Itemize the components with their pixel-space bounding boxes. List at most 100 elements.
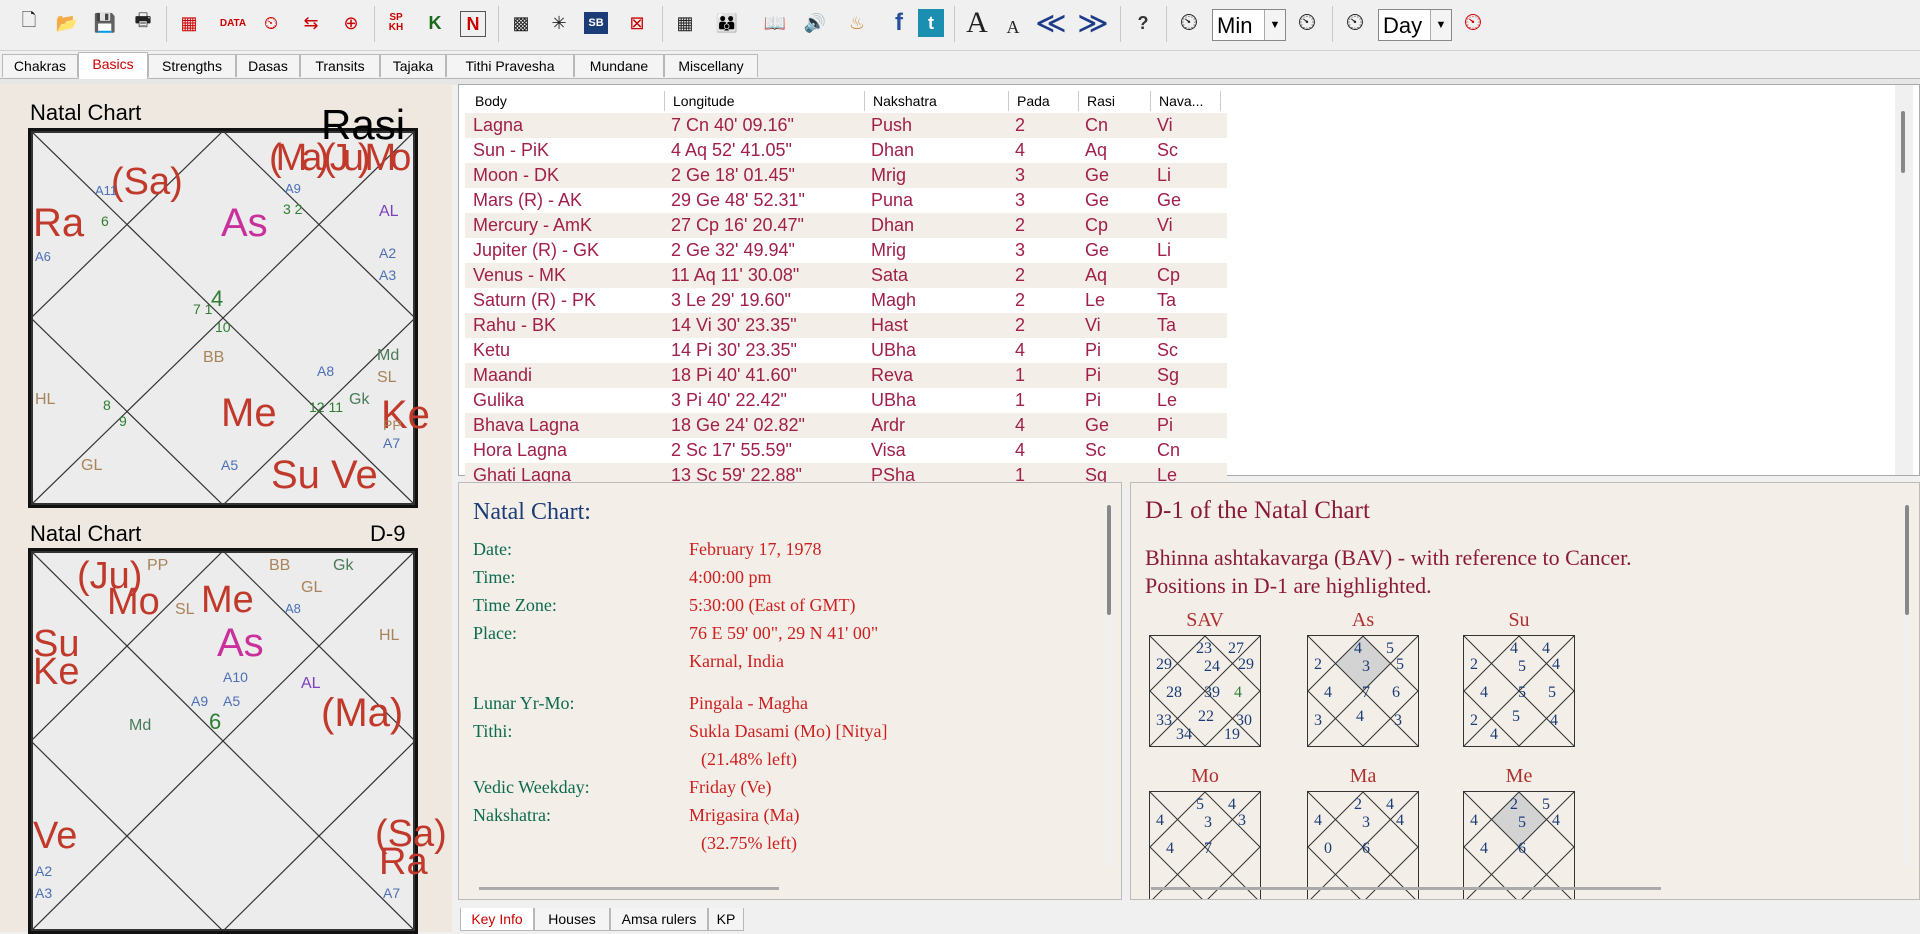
main-tabs: Chakras Basics Strengths Dasas Transits … (0, 52, 1920, 79)
rasi-sign-3-2: 3 2 (283, 201, 303, 217)
step-back-clock-icon[interactable]: ⏲ (1174, 8, 1204, 38)
help-icon[interactable]: ? (1128, 8, 1158, 38)
tab-transits[interactable]: Transits (300, 54, 380, 77)
tab-tithi-pravesha[interactable]: Tithi Pravesha (446, 54, 574, 77)
step-unit-select-1[interactable]: Min ▼ (1212, 9, 1286, 41)
bav-chart-grid: 45325476343 (1307, 635, 1419, 747)
col-header-nakshatra[interactable]: Nakshatra (865, 91, 1009, 111)
tab-chakras[interactable]: Chakras (2, 54, 78, 77)
table-row[interactable]: Moon - DK 2 Ge 18' 01.45" Mrig 3 Ge Li (465, 163, 1227, 188)
table-cell: 3 (1015, 240, 1026, 260)
col-header-navamsa[interactable]: Nava... (1151, 91, 1221, 111)
table-row[interactable]: Mars (R) - AK 29 Ge 48' 52.31" Puna 3 Ge Ge (465, 188, 1227, 213)
scrollbar-thumb[interactable] (1107, 505, 1111, 615)
tab-dasas[interactable]: Dasas (236, 54, 300, 77)
table-row[interactable]: Sun - PiK 4 Aq 52' 41.05" Dhan 4 Aq Sc (465, 138, 1227, 163)
print-icon[interactable]: 🖶 (128, 8, 158, 38)
open-icon[interactable]: 📂 (52, 8, 82, 38)
font-smaller-icon[interactable]: A (998, 12, 1028, 42)
compare-icon[interactable]: ⇆ (296, 8, 326, 38)
bav-value: 5 (1518, 658, 1526, 675)
planet-icon[interactable]: ⊕ (336, 8, 366, 38)
navamsa-chart[interactable]: 6 (Ju) Mo Me As Su Ke (Ma) Ve (Sa) Ra PP… (28, 548, 447, 934)
bodies-table-scrollbar[interactable] (1895, 85, 1913, 475)
col-header-body[interactable]: Body (467, 91, 665, 111)
spkh-icon[interactable]: SP KH (382, 8, 410, 38)
k-box-icon[interactable]: ⊠ (622, 8, 652, 38)
speaker-icon[interactable]: 🔊 (800, 8, 830, 38)
table-row[interactable]: Gulika 3 Pi 40' 22.42" UBha 1 Pi Le (465, 388, 1227, 413)
table-row[interactable]: Jupiter (R) - GK 2 Ge 32' 49.94" Mrig 3 Ge Li (465, 238, 1227, 263)
rasi-center-number: 4 (211, 286, 224, 311)
table-cell: Dhan (871, 140, 915, 160)
table-row[interactable]: Saturn (R) - PK 3 Le 29' 19.60" Magh 2 Le Ta (465, 288, 1227, 313)
table-row[interactable]: Ketu 14 Pi 30' 23.35" UBha 4 Pi Sc (465, 338, 1227, 363)
tab-strengths[interactable]: Strengths (148, 54, 236, 77)
people-icon[interactable]: 👪 (712, 8, 742, 38)
step-forward-day-icon[interactable]: ⏲ (1458, 8, 1488, 38)
scrollbar-thumb[interactable] (1901, 111, 1905, 173)
tab-kp[interactable]: KP (708, 908, 744, 931)
k-icon[interactable]: K (420, 8, 450, 38)
table-cell: Sc (1157, 140, 1179, 160)
tab-miscellany[interactable]: Miscellany (664, 54, 758, 77)
scrollbar-thumb[interactable] (1905, 505, 1909, 615)
bav-value: 5 (1518, 684, 1526, 701)
tab-houses[interactable]: Houses (534, 908, 610, 931)
table-row[interactable]: Hora Lagna 2 Sc 17' 55.59" Visa 4 Sc Cn (465, 438, 1227, 463)
col-header-pada[interactable]: Pada (1009, 91, 1079, 111)
bav-value: 39 (1204, 684, 1220, 701)
tab-basics[interactable]: Basics (78, 52, 148, 79)
twitter-icon[interactable]: t (918, 9, 944, 37)
table-cell: Ge (1085, 165, 1110, 185)
n-icon[interactable]: N (460, 11, 486, 37)
key-info-scrollbar[interactable] (1105, 505, 1113, 865)
bav-scrollbar[interactable] (1903, 505, 1911, 865)
tab-mundane[interactable]: Mundane (574, 54, 664, 77)
col-header-rasi[interactable]: Rasi (1079, 91, 1151, 111)
table-row[interactable]: Rahu - BK 14 Vi 30' 23.35" Hast 2 Vi Ta (465, 313, 1227, 338)
save-icon[interactable]: 💾 (90, 8, 120, 38)
book-icon[interactable]: 📖 (760, 8, 790, 38)
clock-edit-icon[interactable]: ⏲ (256, 8, 286, 38)
bav-value: 29 (1156, 656, 1172, 673)
fire-icon[interactable]: ♨ (842, 8, 872, 38)
step-back-day-icon[interactable]: ⏲ (1340, 8, 1370, 38)
burst-icon[interactable]: ✳ (544, 8, 574, 38)
rasi-chart[interactable]: Rasi 4 7 1 10 As (Ma)(Ju)Mo 3 2 (Sa) 6 R… (28, 101, 430, 508)
step-forward-clock-icon[interactable]: ⏲ (1292, 8, 1322, 38)
new-icon[interactable]: 🗋 (14, 8, 44, 38)
navamsa-label-al: AL (301, 675, 321, 692)
table-row[interactable]: Lagna 7 Cn 40' 09.16" Push 2 Cn Vi (465, 113, 1227, 138)
table-cell: 3 (1015, 165, 1026, 185)
tab-amsa-rulers[interactable]: Amsa rulers (610, 908, 708, 931)
col-header-longitude[interactable]: Longitude (665, 91, 865, 111)
table-row[interactable]: Bhava Lagna 18 Ge 24' 02.82" Ardr 4 Ge Pi (465, 413, 1227, 438)
forward-icon[interactable]: ≫ (1077, 7, 1108, 40)
bav-value: 2 (1354, 796, 1362, 813)
font-larger-icon[interactable]: A (962, 6, 992, 39)
rasi-label-gl: GL (81, 457, 103, 474)
table-cell: Pi (1085, 365, 1102, 385)
table-row[interactable]: Maandi 18 Pi 40' 41.60" Reva 1 Pi Sg (465, 363, 1227, 388)
bav-hscrollbar[interactable] (1151, 887, 1661, 890)
back-icon[interactable]: ≪ (1035, 7, 1066, 40)
calendar-grid-icon[interactable]: ▦ (670, 8, 700, 38)
tab-key-info[interactable]: Key Info (460, 908, 534, 931)
key-info-value: 4:00:00 pm (689, 567, 772, 587)
table-cell: Cp (1085, 215, 1109, 235)
navamsa-planet-ve: Ve (33, 815, 78, 857)
bav-chart-mo: Mo 5 4 3 4 3 4 7 (1149, 765, 1261, 899)
chart-icon[interactable]: ▦ (174, 8, 204, 38)
grid-icon[interactable]: ▩ (506, 8, 536, 38)
data-icon[interactable]: DATA (218, 8, 248, 38)
sb-icon[interactable]: SB (584, 12, 608, 34)
step-unit-select-2[interactable]: Day ▼ (1378, 9, 1452, 41)
key-info-hscrollbar[interactable] (479, 887, 779, 890)
table-row[interactable]: Venus - MK 11 Aq 11' 30.08" Sata 2 Aq Cp (465, 263, 1227, 288)
facebook-icon[interactable]: f (884, 8, 914, 38)
navamsa-label-a10: A10 (223, 669, 248, 685)
table-row[interactable]: Mercury - AmK 27 Cp 16' 20.47" Dhan 2 Cp Vi (465, 213, 1227, 238)
bav-chart-grid: 2554446 (1463, 791, 1575, 899)
tab-tajaka[interactable]: Tajaka (380, 54, 446, 77)
